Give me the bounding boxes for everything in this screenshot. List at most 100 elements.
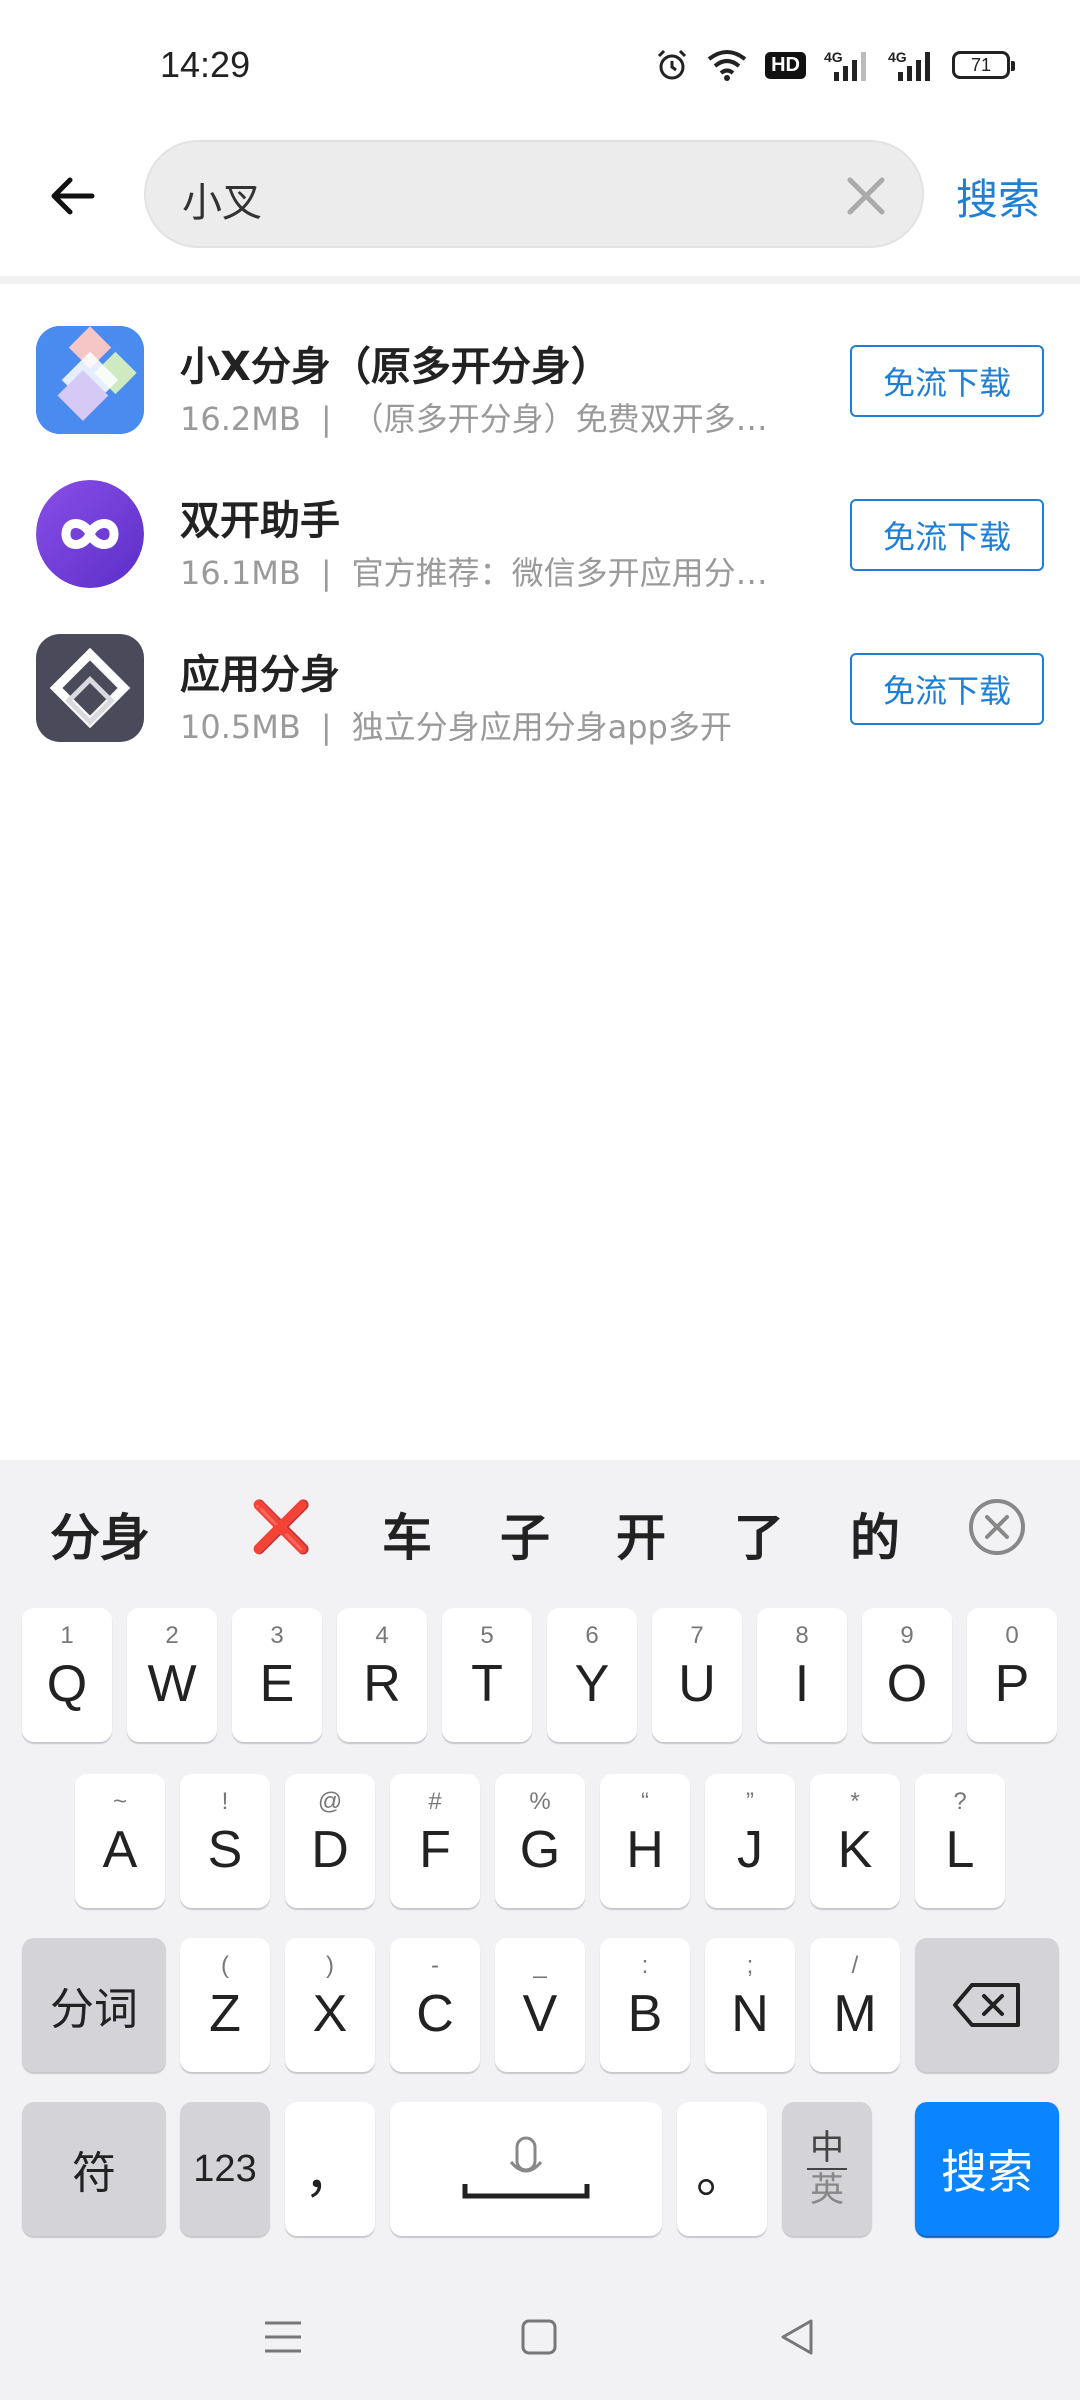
key-main-label: A [102,1821,138,1879]
status-time: 14:29 [160,44,251,85]
candidate-word[interactable]: 开 [616,1498,666,1570]
keyboard-search-label: 搜索 [941,2146,1033,2198]
segment-key-label: 分词 [50,1985,138,2034]
status-icons: HD 4G 4G 71 [655,48,1015,82]
close-candidates-icon[interactable] [968,1498,1026,1556]
period-key-label: 。 [695,2145,748,2204]
key-sub-label: * [850,1788,860,1815]
key-main-label: J [737,1821,763,1879]
recent-apps-button[interactable] [258,2312,308,2362]
key-g[interactable]: % G [495,1774,585,1908]
segment-key[interactable]: 分词 [22,1938,166,2072]
key-i[interactable]: 8I [757,1608,847,1742]
language-switch-key[interactable]: 中 英 [782,2102,872,2236]
key-sub-label: ! [221,1788,229,1815]
key-main-label: G [519,1821,561,1879]
key-w[interactable]: 2W [127,1608,217,1742]
key-k[interactable]: * K [810,1774,900,1908]
search-header: 小叉 搜索 [0,130,1080,280]
key-main-label: S [207,1821,243,1879]
free-download-button[interactable]: 免流下载 [850,499,1044,571]
list-item[interactable]: 双开助手 16.1MB | 官方推荐：微信多开应用分… 免流下载 [0,454,1080,608]
key-n[interactable]: ; N [705,1938,795,2072]
key-sub-label: 9 [900,1622,914,1649]
home-button[interactable] [514,2312,564,2362]
status-bar: 14:29 HD 4G 4G 71 [0,0,1080,130]
key-sub-label: 0 [1005,1622,1019,1649]
search-input[interactable]: 小叉 [144,140,924,248]
period-key[interactable]: 。 [677,2102,767,2236]
key-main-label: X [312,1985,348,2043]
app-name: 应用分身 [180,652,340,698]
key-main-label: Y [574,1655,610,1713]
key-sub-label: _ [533,1952,547,1979]
square-icon [521,2319,557,2355]
back-nav-button[interactable] [772,2312,822,2362]
candidate-word[interactable]: 分身 [50,1498,150,1570]
list-item[interactable]: 小X分身（原多开分身） 16.2MB | （原多开分身）免费双开多… 免流下载 [0,300,1080,454]
close-icon [847,177,885,215]
key-sub-label: ~ [112,1788,127,1815]
key-sub-label: 2 [165,1622,179,1649]
key-s[interactable]: ! S [180,1774,270,1908]
key-v[interactable]: _ V [495,1938,585,2072]
key-sub-label: ) [326,1952,334,1979]
candidate-word[interactable]: 车 [382,1498,432,1570]
battery-icon: 71 [952,51,1015,79]
candidate-word[interactable]: 了 [734,1498,784,1570]
key-f[interactable]: # F [390,1774,480,1908]
key-h[interactable]: “H [600,1774,690,1908]
back-button[interactable] [36,160,108,232]
key-r[interactable]: 4R [337,1608,427,1742]
search-button[interactable]: 搜索 [956,166,1040,227]
key-b[interactable]: :B [600,1938,690,2072]
microphone-icon [462,2136,590,2199]
key-p[interactable]: 0P [967,1608,1057,1742]
key-main-label: N [731,1985,769,2043]
space-key[interactable] [390,2102,662,2236]
key-c[interactable]: -C [390,1938,480,2072]
numeric-key[interactable]: 123 [180,2102,270,2236]
key-x[interactable]: ) X [285,1938,375,2072]
key-sub-label: 8 [795,1622,809,1649]
key-j[interactable]: ” J [705,1774,795,1908]
symbol-key[interactable]: 符 [22,2102,166,2236]
key-main-label: M [833,1985,877,2043]
key-a[interactable]: ~ A [75,1774,165,1908]
key-o[interactable]: 9O [862,1608,952,1742]
diamond-app-icon [36,634,144,742]
clear-search-button[interactable] [844,174,888,218]
key-u[interactable]: 7U [652,1608,742,1742]
backspace-key[interactable] [915,1938,1059,2072]
symbol-key-label: 符 [72,2149,116,2198]
triangle-back-icon [781,2319,813,2355]
key-main-label: Z [209,1985,241,2043]
key-e[interactable]: 3E [232,1608,322,1742]
key-q[interactable]: 1Q [22,1608,112,1742]
candidate-word[interactable]: 的 [850,1498,900,1570]
candidate-word[interactable]: 子 [500,1498,550,1570]
key-sub-label: # [428,1788,442,1815]
hd-voice-icon: HD [765,51,806,79]
candidate-word[interactable]: ❌ [250,1498,312,1557]
free-download-button[interactable]: 免流下载 [850,345,1044,417]
key-sub-label: 5 [480,1622,494,1649]
comma-key[interactable]: ， [285,2102,375,2236]
key-l[interactable]: ? L [915,1774,1005,1908]
key-d[interactable]: @ D [285,1774,375,1908]
list-item[interactable]: 应用分身 10.5MB | 独立分身应用分身app多开 免流下载 [0,608,1080,762]
key-t[interactable]: 5T [442,1608,532,1742]
keyboard-search-key[interactable]: 搜索 [915,2102,1059,2236]
key-sub-label: ; [746,1952,754,1979]
key-sub-label: 7 [690,1622,704,1649]
key-main-label: T [471,1655,503,1713]
key-m[interactable]: / M [810,1938,900,2072]
key-main-label: W [147,1655,197,1713]
xiaox-app-icon [36,326,144,434]
lang-top-label: 中 [810,2129,844,2167]
key-main-label: Q [46,1655,88,1713]
key-y[interactable]: 6Y [547,1608,637,1742]
app-name: 双开助手 [180,498,340,544]
free-download-button[interactable]: 免流下载 [850,653,1044,725]
key-z[interactable]: (Z [180,1938,270,2072]
